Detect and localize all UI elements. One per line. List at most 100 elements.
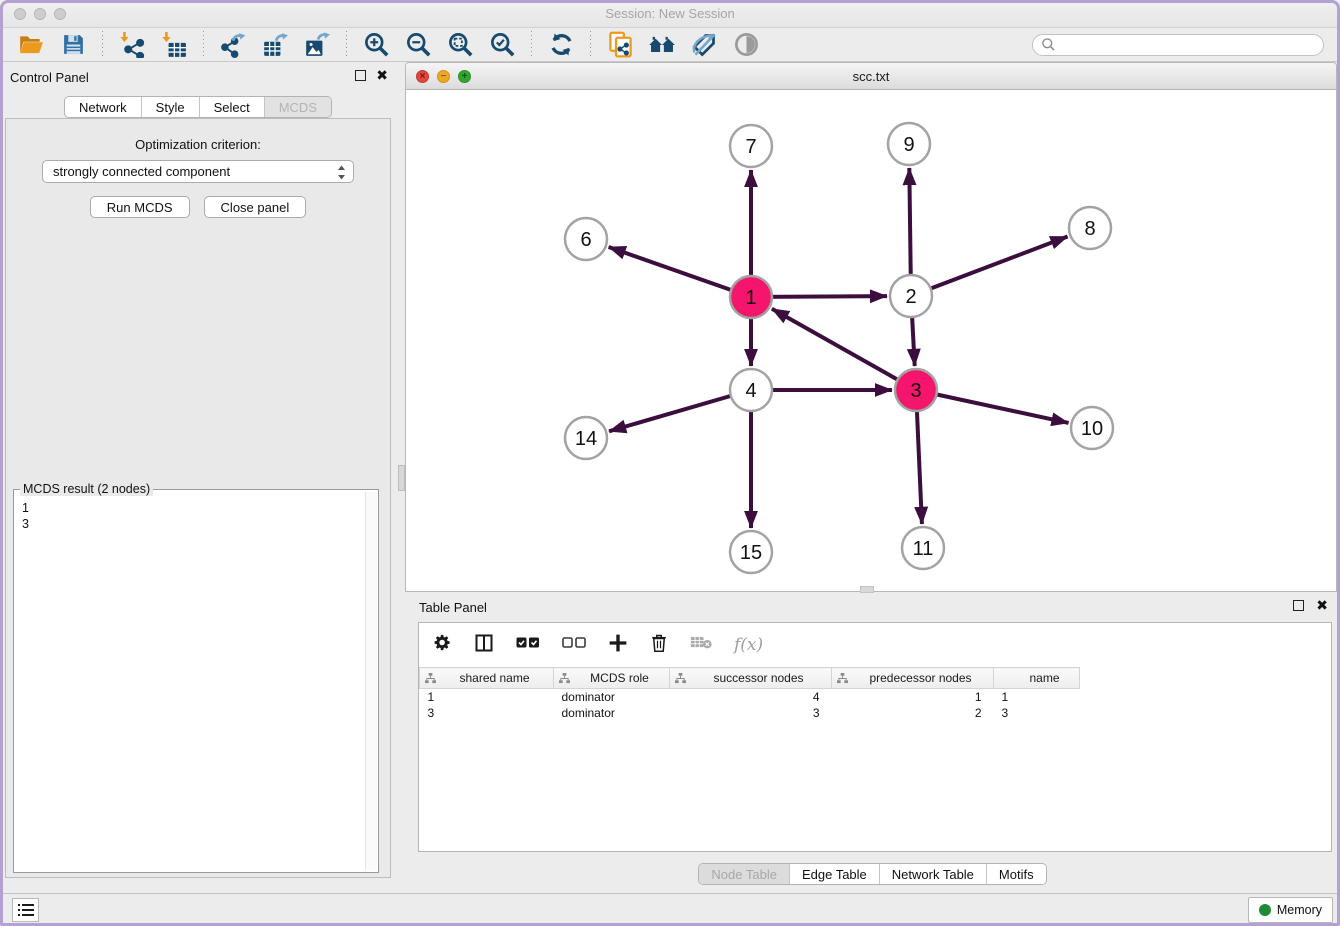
float-table-panel-icon[interactable] (1293, 600, 1304, 611)
memory-button[interactable]: Memory (1248, 897, 1333, 923)
network-window-title: scc.txt (406, 69, 1336, 84)
show-panels-menu-button[interactable] (12, 898, 39, 922)
toggle-panes-icon[interactable] (474, 633, 494, 658)
graph-node-label: 11 (913, 538, 934, 560)
tab-mcds[interactable]: MCDS (265, 97, 331, 117)
column-header-successor-nodes[interactable]: successor nodes (670, 668, 832, 689)
vertical-splitter-handle[interactable] (398, 465, 405, 491)
search-box (1032, 34, 1324, 56)
graph-node-label: 7 (745, 136, 756, 158)
network-window-titlebar[interactable]: × − + scc.txt (406, 63, 1336, 90)
column-type-icon (425, 673, 436, 687)
mcds-result-box: MCDS result (2 nodes) 1 3 (13, 489, 379, 873)
mcds-result-title: MCDS result (2 nodes) (20, 482, 153, 496)
table-panel-title: Table Panel (419, 600, 487, 615)
zoom-out-icon[interactable] (403, 30, 433, 60)
graph-node-label: 4 (745, 380, 756, 402)
mcds-panel: Optimization criterion: strongly connect… (5, 118, 391, 878)
close-table-panel-icon[interactable]: ✖ (1316, 600, 1328, 611)
table-header-row: shared name MCDS role successor nodes pr… (420, 668, 1080, 689)
export-network-icon[interactable] (218, 30, 248, 60)
search-icon (1041, 37, 1056, 52)
mcds-result-scrollbar[interactable] (365, 492, 377, 870)
toolbar-separator (203, 31, 204, 59)
graph-edge-1-6[interactable] (609, 247, 751, 297)
graph-edge-3-10[interactable] (916, 390, 1069, 423)
float-panel-icon[interactable] (355, 70, 366, 81)
table-toolbar: f(x) (419, 623, 1331, 667)
node-table: shared name MCDS role successor nodes pr… (419, 667, 1080, 721)
status-bar: Memory (0, 893, 1340, 926)
import-table-icon[interactable] (159, 30, 189, 60)
level-of-detail-icon[interactable] (731, 30, 761, 60)
column-type-icon (675, 673, 686, 687)
network-graph[interactable]: 7968124314101511 (406, 90, 1336, 591)
table-row[interactable]: 1 dominator 4 1 1 (420, 689, 1080, 705)
column-header-shared-name[interactable]: shared name (420, 668, 554, 689)
toolbar-separator (590, 31, 591, 59)
optimization-criterion-value: strongly connected component (53, 164, 230, 179)
search-input[interactable] (1061, 38, 1315, 52)
table-row[interactable]: 3 dominator 3 2 3 (420, 705, 1080, 721)
toolbar-separator (346, 31, 347, 59)
optimization-criterion-select[interactable]: strongly connected component (42, 160, 354, 183)
control-panel-title: Control Panel (10, 70, 89, 85)
tab-edge-table[interactable]: Edge Table (790, 864, 880, 884)
table-settings-gear-icon[interactable] (433, 633, 452, 657)
graph-node-label: 3 (910, 380, 921, 402)
column-header-name[interactable]: name (994, 668, 1080, 689)
tab-node-table[interactable]: Node Table (699, 864, 790, 884)
run-mcds-button[interactable]: Run MCDS (90, 196, 190, 218)
graph-node-label: 15 (740, 542, 762, 564)
graph-edge-2-8[interactable] (911, 237, 1068, 296)
tab-style[interactable]: Style (142, 97, 200, 117)
graph-node-label: 2 (905, 286, 916, 308)
delete-table-icon (690, 635, 712, 655)
close-panel-icon[interactable]: ✖ (376, 70, 388, 81)
dropdown-stepper-icon (337, 165, 346, 183)
column-header-predecessor-nodes[interactable]: predecessor nodes (832, 668, 994, 689)
memory-label: Memory (1277, 903, 1322, 917)
tab-select[interactable]: Select (200, 97, 265, 117)
app-titlebar: Session: New Session (0, 0, 1340, 28)
open-session-icon[interactable] (16, 30, 46, 60)
add-column-icon[interactable] (608, 633, 628, 658)
tab-network[interactable]: Network (65, 97, 142, 117)
hide-labels-icon[interactable] (689, 30, 719, 60)
first-neighbors-icon[interactable] (647, 30, 677, 60)
tab-network-table[interactable]: Network Table (880, 864, 987, 884)
main-toolbar (0, 28, 1340, 62)
save-session-icon[interactable] (58, 30, 88, 60)
graph-edge-3-1[interactable] (772, 309, 916, 390)
export-image-icon[interactable] (302, 30, 332, 60)
optimization-criterion-label: Optimization criterion: (6, 137, 390, 152)
graph-node-label: 8 (1084, 218, 1095, 240)
delete-column-icon[interactable] (650, 633, 668, 658)
column-type-icon (559, 673, 570, 687)
graph-node-label: 6 (580, 229, 591, 251)
window-title: Session: New Session (0, 6, 1340, 21)
export-table-icon[interactable] (260, 30, 290, 60)
close-panel-button[interactable]: Close panel (204, 196, 307, 218)
zoom-selected-icon[interactable] (487, 30, 517, 60)
tab-motifs[interactable]: Motifs (987, 864, 1046, 884)
mcds-result-list[interactable]: 1 3 (16, 498, 364, 870)
column-type-icon (837, 673, 848, 687)
select-all-columns-icon[interactable] (516, 636, 540, 654)
zoom-fit-icon[interactable] (445, 30, 475, 60)
graph-node-label: 9 (903, 134, 914, 156)
zoom-in-icon[interactable] (361, 30, 391, 60)
clone-network-icon[interactable] (605, 30, 635, 60)
horizontal-splitter-handle[interactable] (860, 586, 874, 593)
toolbar-separator (102, 31, 103, 59)
import-network-icon[interactable] (117, 30, 147, 60)
graph-node-label: 10 (1081, 418, 1103, 440)
deselect-all-columns-icon[interactable] (562, 636, 586, 654)
graph-node-label: 1 (745, 287, 756, 309)
network-canvas[interactable]: 7968124314101511 (406, 90, 1336, 591)
toolbar-separator (531, 31, 532, 59)
refresh-icon[interactable] (546, 30, 576, 60)
control-panel: Control Panel ✖ Network Style Select MCD… (0, 62, 396, 880)
apply-function-icon: f(x) (734, 635, 763, 655)
column-header-mcds-role[interactable]: MCDS role (554, 668, 670, 689)
